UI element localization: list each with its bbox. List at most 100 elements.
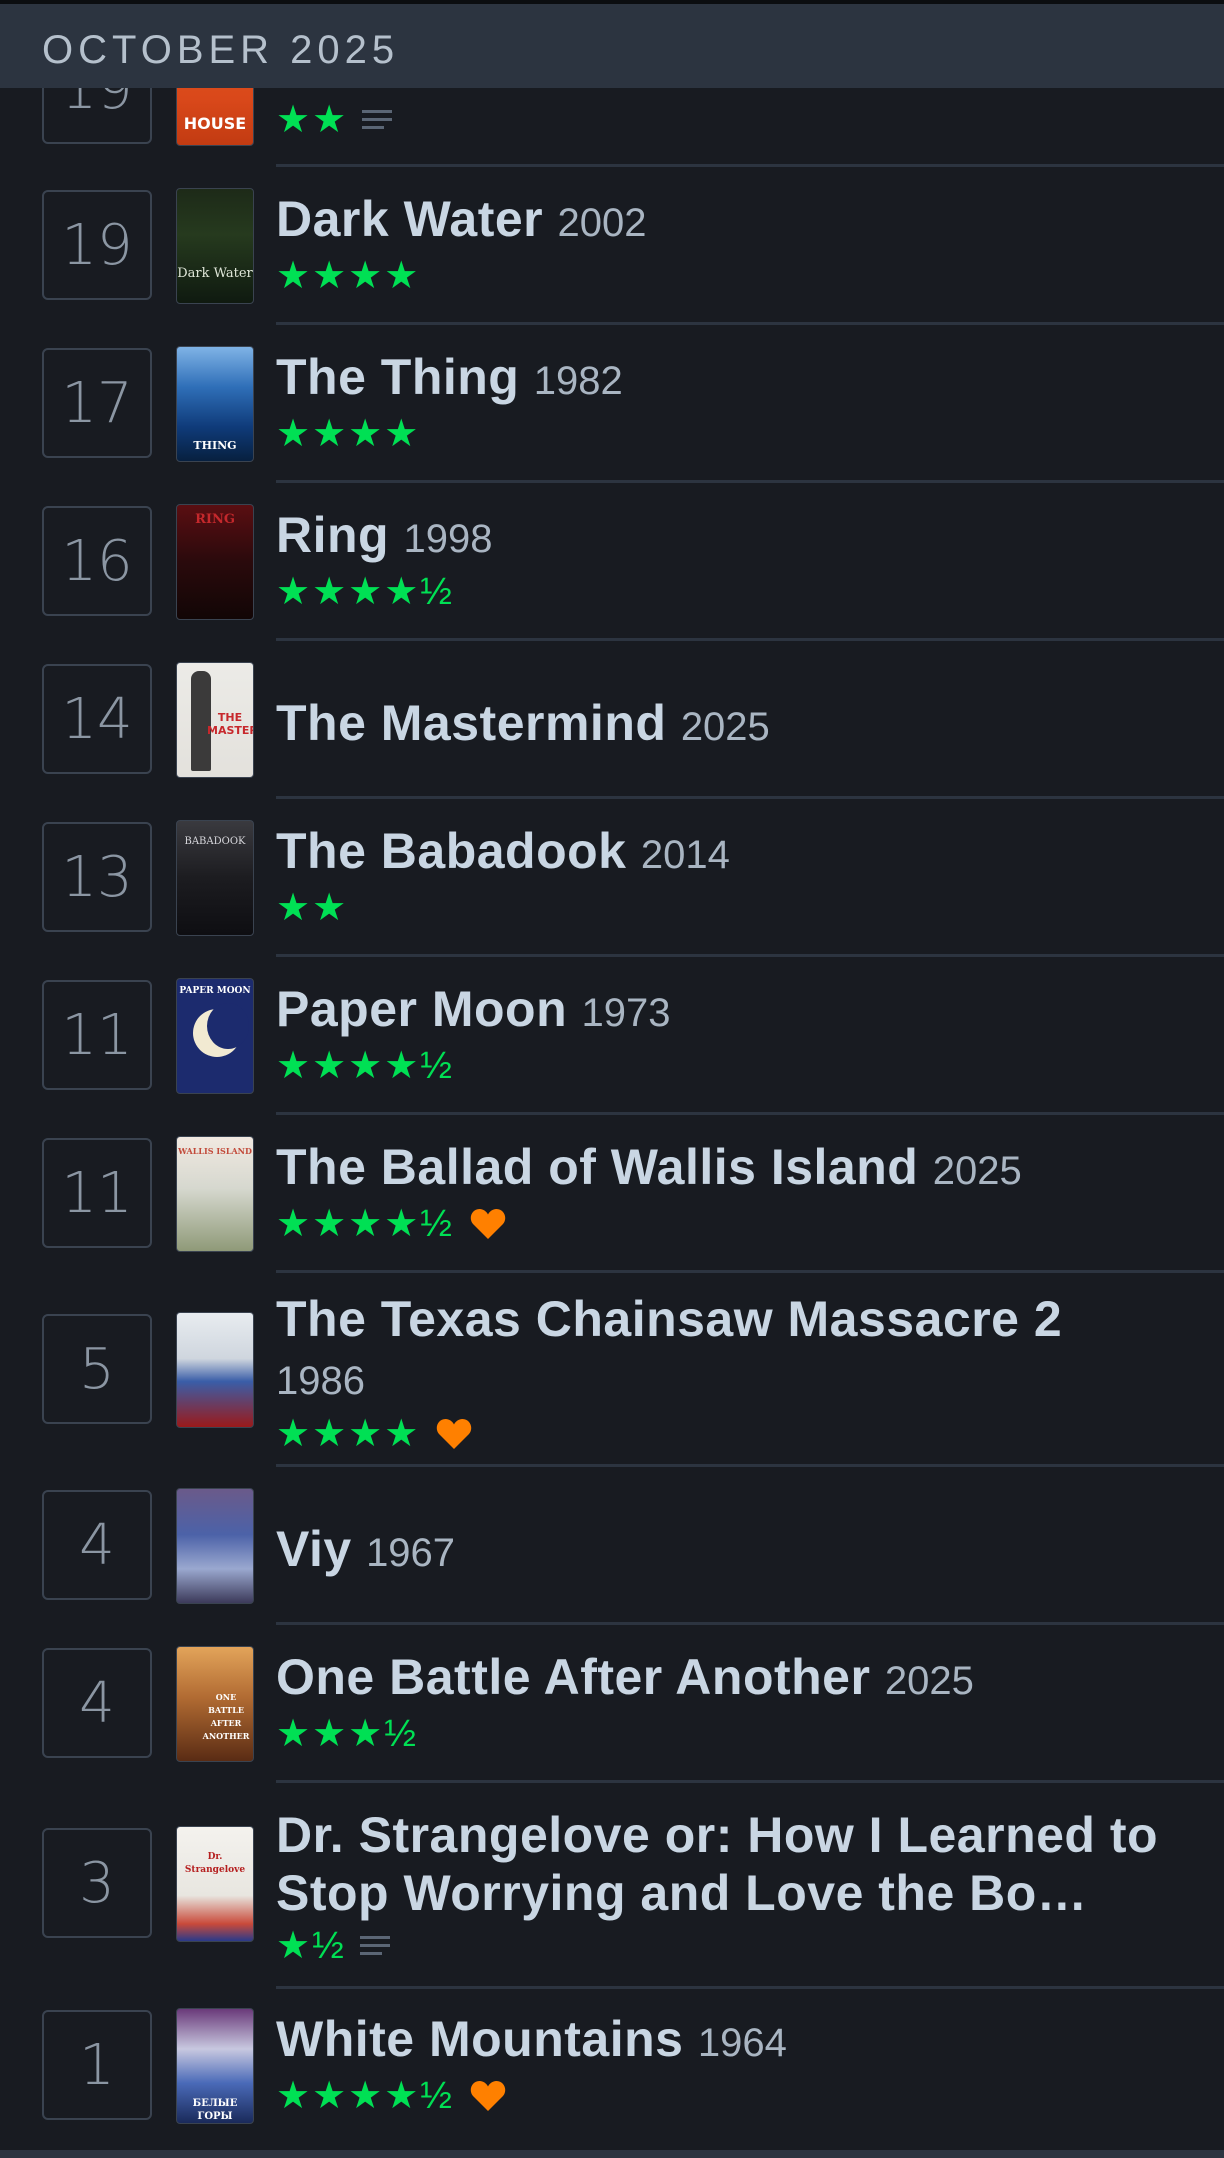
poster-caption: WALLIS ISLAND <box>178 1146 252 1156</box>
poster-caption: THE MASTERMIND <box>207 711 253 737</box>
film-poster[interactable]: ONE BATTLE AFTER ANOTHER <box>176 1646 254 1762</box>
poster-caption: Dr. Strangelove <box>184 1852 246 1875</box>
film-title[interactable]: Ring 1998 <box>276 506 1196 568</box>
film-title[interactable]: Dr. Strangelove or: How I Learned to Sto… <box>276 1806 1176 1922</box>
poster-caption: THING <box>193 439 237 452</box>
poster-caption: ONE BATTLE AFTER ANOTHER <box>202 1692 250 1741</box>
title-text: Dr. Strangelove or: How I Learned to Sto… <box>276 1807 1159 1921</box>
film-year: 1964 <box>697 2021 787 2065</box>
day-number: 4 <box>42 1648 152 1758</box>
film-title[interactable]: One Battle After Another 2025 <box>276 1648 1196 1710</box>
star-rating: ★★★★½ <box>276 571 454 613</box>
title-text: One Battle After Another <box>276 1649 871 1705</box>
film-year: 1986 <box>276 1359 365 1403</box>
film-year: 2014 <box>640 833 730 877</box>
star-rating: ★★★★ <box>276 255 421 297</box>
poster-caption: Dark Water <box>177 266 253 281</box>
heart-icon[interactable] <box>436 1418 472 1450</box>
film-title[interactable]: Dark Water 2002 <box>276 190 1196 252</box>
day-number: 5 <box>42 1314 152 1424</box>
row-divider <box>276 1986 1224 1989</box>
star-rating: ★★★★ <box>276 1413 421 1455</box>
film-year: 1982 <box>533 359 623 403</box>
film-title[interactable]: The Babadook 2014 <box>276 822 1196 884</box>
film-poster[interactable]: Dark Water <box>176 188 254 304</box>
film-poster[interactable] <box>176 1312 254 1428</box>
title-text: The Mastermind <box>276 695 667 751</box>
film-poster[interactable] <box>176 1488 254 1604</box>
heart-icon[interactable] <box>470 1208 506 1240</box>
heart-icon[interactable] <box>470 2080 506 2112</box>
film-poster[interactable]: THING <box>176 346 254 462</box>
row-divider <box>276 1270 1224 1273</box>
poster-caption: PAPER MOON <box>179 986 251 996</box>
film-poster[interactable]: PAPER MOON <box>176 978 254 1094</box>
star-rating: ★★ <box>276 99 349 141</box>
film-title[interactable]: The Ballad of Wallis Island 2025 <box>276 1138 1196 1200</box>
star-rating: ★★★★½ <box>276 1203 454 1245</box>
bottom-edge <box>0 2150 1224 2158</box>
row-divider <box>276 480 1224 483</box>
film-year: 2025 <box>680 705 770 749</box>
title-text: The Thing <box>276 349 520 405</box>
star-rating: ★★ <box>276 887 349 929</box>
month-section-header: OCTOBER 2025 <box>0 4 1224 88</box>
day-number: 13 <box>42 822 152 932</box>
day-number: 1 <box>42 2010 152 2120</box>
film-poster[interactable]: RING <box>176 504 254 620</box>
star-rating: ★★★★ <box>276 413 421 455</box>
star-rating: ★★★★½ <box>276 2075 454 2117</box>
film-year: 1973 <box>581 991 671 1035</box>
title-text: The Babadook <box>276 823 627 879</box>
film-year: 1967 <box>366 1531 456 1575</box>
poster-caption: BABADOOK <box>184 836 246 847</box>
film-year: 1998 <box>403 517 493 561</box>
title-text: Viy <box>276 1521 352 1577</box>
row-divider <box>276 1464 1224 1467</box>
star-rating: ★★★½ <box>276 1713 418 1755</box>
row-divider <box>276 1622 1224 1625</box>
title-text: Paper Moon <box>276 981 568 1037</box>
row-divider <box>276 954 1224 957</box>
day-number: 16 <box>42 506 152 616</box>
month-label: OCTOBER 2025 <box>42 28 400 72</box>
film-title[interactable]: White Mountains 1964 <box>276 2010 1196 2072</box>
row-divider <box>276 164 1224 167</box>
review-lines-icon[interactable] <box>362 108 393 132</box>
day-number: 4 <box>42 1490 152 1600</box>
film-title[interactable]: Viy 1967 <box>276 1520 1196 1582</box>
review-lines-icon[interactable] <box>359 1934 390 1958</box>
title-text: Dark Water <box>276 191 544 247</box>
title-text: Ring <box>276 507 390 563</box>
star-rating: ★½ <box>276 1925 346 1967</box>
film-title[interactable]: Paper Moon 1973 <box>276 980 1196 1042</box>
film-year: 2002 <box>557 201 647 245</box>
film-year: 2025 <box>932 1149 1022 1193</box>
star-rating: ★★★★½ <box>276 1045 454 1087</box>
film-poster[interactable]: Dr. Strangelove <box>176 1826 254 1942</box>
title-text: The Ballad of Wallis Island <box>276 1139 919 1195</box>
day-number: 11 <box>42 1138 152 1248</box>
film-title[interactable]: The Thing 1982 <box>276 348 1196 410</box>
film-title[interactable]: The Texas Chainsaw Massacre 2 1986 <box>276 1290 1176 1410</box>
row-divider <box>276 1780 1224 1783</box>
row-divider <box>276 796 1224 799</box>
day-number: 11 <box>42 980 152 1090</box>
film-poster[interactable]: БЕЛЫЕ ГОРЫ <box>176 2008 254 2124</box>
film-poster[interactable]: WALLIS ISLAND <box>176 1136 254 1252</box>
day-number: 14 <box>42 664 152 774</box>
day-number: 3 <box>42 1828 152 1938</box>
poster-caption: RING <box>195 512 235 527</box>
day-number: 19 <box>42 190 152 300</box>
day-number: 17 <box>42 348 152 458</box>
film-poster[interactable]: BABADOOK <box>176 820 254 936</box>
film-poster[interactable]: THE MASTERMIND <box>176 662 254 778</box>
poster-caption: БЕЛЫЕ ГОРЫ <box>192 2098 238 2122</box>
row-divider <box>276 322 1224 325</box>
diary-list: 19 HOUSE ★★ 19 Dark Water Dark Water 200… <box>0 0 1224 2158</box>
poster-caption: HOUSE <box>183 114 247 133</box>
title-text: White Mountains <box>276 2011 684 2067</box>
title-text: The Texas Chainsaw Massacre 2 <box>276 1291 1063 1347</box>
film-title[interactable]: The Mastermind 2025 <box>276 694 1196 756</box>
film-year: 2025 <box>884 1659 974 1703</box>
